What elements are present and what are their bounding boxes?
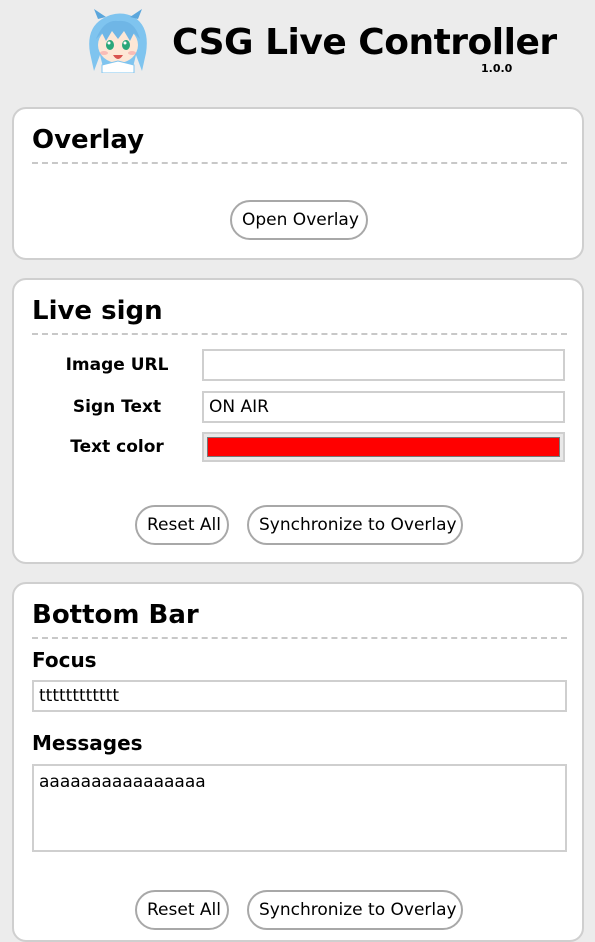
- mascot-avatar-icon: [89, 9, 147, 73]
- text-color-label: Text color: [70, 437, 164, 457]
- bottom-bar-panel: Bottom Bar Focus Messages aaaaaaaaaaaaaa…: [12, 582, 584, 942]
- bottom-bar-divider: [32, 637, 567, 639]
- bottom-bar-reset-button[interactable]: Reset All: [135, 890, 229, 930]
- overlay-divider: [32, 162, 567, 164]
- live-sign-title: Live sign: [32, 296, 163, 326]
- open-overlay-button[interactable]: Open Overlay: [230, 200, 368, 240]
- messages-textarea[interactable]: aaaaaaaaaaaaaaaa: [32, 764, 567, 852]
- sign-text-label: Sign Text: [72, 397, 162, 417]
- image-url-input[interactable]: [202, 349, 565, 381]
- focus-label: Focus: [32, 648, 97, 672]
- image-url-label: Image URL: [65, 355, 169, 375]
- focus-input[interactable]: [32, 680, 567, 712]
- messages-label: Messages: [32, 731, 143, 755]
- live-sign-divider: [32, 333, 567, 335]
- live-sign-reset-button[interactable]: Reset All: [135, 505, 229, 545]
- text-color-picker[interactable]: [202, 432, 565, 462]
- bottom-bar-title: Bottom Bar: [32, 600, 199, 630]
- bottom-bar-sync-button[interactable]: Synchronize to Overlay: [247, 890, 463, 930]
- overlay-title: Overlay: [32, 125, 145, 155]
- text-color-swatch: [207, 437, 560, 457]
- app-header: CSG Live Controller 1.0.0: [0, 0, 595, 95]
- app-version: 1.0.0: [481, 62, 513, 75]
- sign-text-input[interactable]: [202, 391, 565, 423]
- overlay-panel: Overlay Open Overlay: [12, 107, 584, 260]
- app-title: CSG Live Controller: [172, 22, 557, 63]
- live-sign-panel: Live sign Image URL Sign Text Text color…: [12, 278, 584, 564]
- live-sign-sync-button[interactable]: Synchronize to Overlay: [247, 505, 463, 545]
